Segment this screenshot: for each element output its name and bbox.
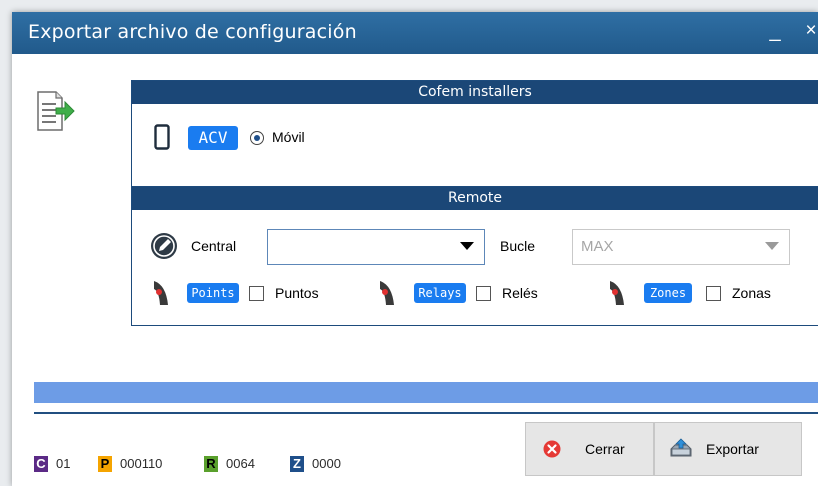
close-button-label: Cerrar <box>585 441 625 457</box>
movil-radio[interactable] <box>250 131 264 145</box>
central-count-badge: C <box>34 456 48 472</box>
remote-panel: Remote Central Bucle MAX Points Puntos R… <box>131 186 818 326</box>
chevron-down-icon <box>765 242 779 250</box>
zones-count-badge: Z <box>290 456 304 472</box>
reles-checkbox[interactable] <box>476 286 491 301</box>
relays-badge: Relays <box>414 283 466 303</box>
close-window-button[interactable]: × <box>800 16 818 46</box>
central-icon <box>150 232 178 265</box>
relays-count-badge: R <box>204 456 218 472</box>
title-bar: Exportar archivo de configuración _ × <box>12 12 818 54</box>
bucle-value: MAX <box>581 238 614 255</box>
zones-count-value: 0000 <box>312 456 341 471</box>
export-tray-icon <box>669 437 693 464</box>
points-count-badge: P <box>98 456 112 472</box>
zonas-label: Zonas <box>732 285 771 301</box>
central-count-value: 01 <box>56 456 71 471</box>
points-badge: Points <box>187 283 239 303</box>
points-signal-icon <box>152 277 172 312</box>
radio-selected-dot <box>254 135 260 141</box>
export-document-icon <box>36 88 76 139</box>
puntos-label: Puntos <box>275 285 319 301</box>
separator-line <box>34 412 818 414</box>
zones-badge: Zones <box>644 283 692 303</box>
remote-panel-header: Remote <box>132 187 818 210</box>
movil-label: Móvil <box>272 129 305 145</box>
close-button[interactable]: Cerrar <box>525 422 654 476</box>
zonas-checkbox[interactable] <box>706 286 721 301</box>
cofem-installers-panel: Cofem installers ACV Móvil <box>131 80 818 187</box>
central-dropdown[interactable] <box>267 229 485 265</box>
cofem-panel-header: Cofem installers <box>132 81 818 104</box>
export-button-label: Exportar <box>706 441 759 457</box>
bucle-dropdown[interactable]: MAX <box>572 229 790 265</box>
central-label: Central <box>191 238 237 254</box>
close-x-icon <box>543 440 561 463</box>
bucle-label: Bucle <box>500 238 536 254</box>
mobile-phone-icon <box>154 124 170 155</box>
window-title: Exportar archivo de configuración <box>28 21 357 43</box>
relays-signal-icon <box>378 277 398 312</box>
minimize-button[interactable]: _ <box>764 16 786 46</box>
progress-bar <box>34 382 818 403</box>
export-dialog: Exportar archivo de configuración _ × Co… <box>12 12 818 486</box>
reles-label: Relés <box>502 285 538 301</box>
export-button[interactable]: Exportar <box>654 422 802 476</box>
puntos-checkbox[interactable] <box>249 286 264 301</box>
relays-count-value: 0064 <box>226 456 255 471</box>
acv-badge: ACV <box>188 126 238 150</box>
chevron-down-icon <box>460 242 474 250</box>
points-count-value: 000110 <box>120 456 163 471</box>
zones-signal-icon <box>608 277 628 312</box>
